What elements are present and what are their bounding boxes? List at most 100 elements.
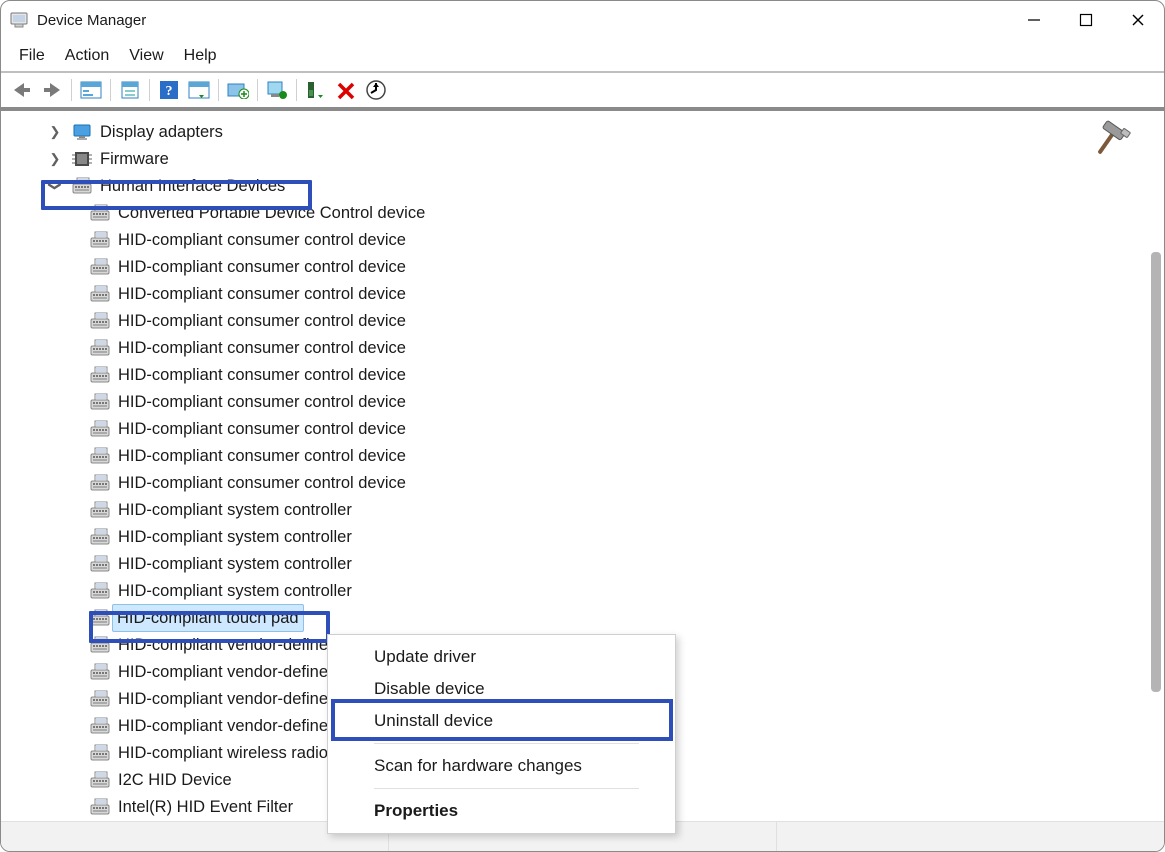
device-item[interactable]: HID-compliant system controller <box>10 496 1163 523</box>
context-menu: Update driver Disable device Uninstall d… <box>327 634 676 834</box>
app-icon <box>9 10 29 30</box>
device-label: Converted Portable Device Control device <box>116 200 427 226</box>
device-item[interactable]: HID-compliant consumer control device <box>10 253 1163 280</box>
hid-icon <box>90 690 110 708</box>
ctx-properties[interactable]: Properties <box>330 795 673 827</box>
vertical-scrollbar[interactable] <box>1147 112 1161 820</box>
device-item[interactable]: HID-compliant system controller <box>10 523 1163 550</box>
svg-text:?: ? <box>166 84 173 99</box>
category-display-adapters[interactable]: ❯ Display adapters <box>10 118 1163 145</box>
help-button[interactable]: ? <box>156 77 182 103</box>
ctx-scan-hardware[interactable]: Scan for hardware changes <box>330 750 673 782</box>
hid-icon <box>90 258 110 276</box>
device-label: HID-compliant system controller <box>116 551 354 577</box>
category-label: Firmware <box>98 146 171 172</box>
device-label: HID-compliant consumer control device <box>116 335 408 361</box>
hid-icon <box>90 285 110 303</box>
back-button[interactable] <box>9 77 35 103</box>
device-label: HID-compliant consumer control device <box>116 470 408 496</box>
device-label: HID-compliant touch pad <box>112 604 304 632</box>
update-driver-button[interactable] <box>225 77 251 103</box>
device-item[interactable]: HID-compliant consumer control device <box>10 307 1163 334</box>
enable-device-button[interactable] <box>264 77 290 103</box>
device-item[interactable]: HID-compliant system controller <box>10 550 1163 577</box>
hid-icon <box>90 339 110 357</box>
hid-icon <box>90 231 110 249</box>
hid-icon <box>90 501 110 519</box>
menu-bar: File Action View Help <box>1 39 1164 71</box>
device-label: HID-compliant consumer control device <box>116 308 408 334</box>
device-label: HID-compliant consumer control device <box>116 362 408 388</box>
chevron-down-icon[interactable]: ❯ <box>48 179 62 193</box>
hid-icon <box>90 528 110 546</box>
minimize-button[interactable] <box>1008 1 1060 39</box>
ctx-uninstall-device[interactable]: Uninstall device <box>330 705 673 737</box>
hid-icon <box>90 393 110 411</box>
device-manager-window: Device Manager File Action View Help <box>0 0 1165 852</box>
device-item[interactable]: HID-compliant consumer control device <box>10 388 1163 415</box>
disable-device-button[interactable] <box>333 77 359 103</box>
device-item[interactable]: HID-compliant consumer control device <box>10 442 1163 469</box>
device-item[interactable]: HID-compliant consumer control device <box>10 469 1163 496</box>
hid-icon <box>90 474 110 492</box>
close-button[interactable] <box>1112 1 1164 39</box>
device-item[interactable]: Converted Portable Device Control device <box>10 199 1163 226</box>
device-item[interactable]: HID-compliant touch pad <box>10 604 1163 631</box>
device-label: HID-compliant consumer control device <box>116 443 408 469</box>
ctx-update-driver[interactable]: Update driver <box>330 641 673 673</box>
scan-hardware-button[interactable] <box>363 77 389 103</box>
device-label: Intel(R) HID Event Filter <box>116 794 295 820</box>
menu-file[interactable]: File <box>9 43 55 69</box>
menu-action[interactable]: Action <box>55 43 119 69</box>
hammer-icon <box>1083 118 1131 166</box>
hid-icon <box>90 744 110 762</box>
device-item[interactable]: HID-compliant consumer control device <box>10 334 1163 361</box>
display-adapter-icon <box>72 123 92 141</box>
menu-view[interactable]: View <box>119 43 173 69</box>
device-item[interactable]: HID-compliant consumer control device <box>10 226 1163 253</box>
category-label: Display adapters <box>98 119 225 145</box>
hid-icon <box>90 204 110 222</box>
device-item[interactable]: HID-compliant consumer control device <box>10 361 1163 388</box>
hid-icon <box>90 609 110 627</box>
device-label: HID-compliant system controller <box>116 524 354 550</box>
device-item[interactable]: HID-compliant system controller <box>10 577 1163 604</box>
scan-button[interactable] <box>186 77 212 103</box>
device-label: HID-compliant consumer control device <box>116 389 408 415</box>
hid-icon <box>90 312 110 330</box>
firmware-icon <box>72 150 92 168</box>
device-item[interactable]: HID-compliant consumer control device <box>10 280 1163 307</box>
device-label: HID-compliant consumer control device <box>116 227 408 253</box>
device-label: HID-compliant system controller <box>116 497 354 523</box>
hid-icon <box>90 582 110 600</box>
hid-icon <box>90 771 110 789</box>
chevron-right-icon[interactable]: ❯ <box>48 125 62 139</box>
device-label: HID-compliant consumer control device <box>116 281 408 307</box>
hid-icon <box>90 663 110 681</box>
hid-icon <box>90 717 110 735</box>
forward-button[interactable] <box>39 77 65 103</box>
category-label: Human Interface Devices <box>98 173 287 199</box>
menu-help[interactable]: Help <box>174 43 227 69</box>
properties-button[interactable] <box>117 77 143 103</box>
ctx-disable-device[interactable]: Disable device <box>330 673 673 705</box>
device-label: HID-compliant system controller <box>116 578 354 604</box>
hid-icon <box>90 447 110 465</box>
toolbar: ? <box>1 73 1164 107</box>
chevron-right-icon[interactable]: ❯ <box>48 152 62 166</box>
device-item[interactable]: HID-compliant consumer control device <box>10 415 1163 442</box>
hid-icon <box>90 555 110 573</box>
category-firmware[interactable]: ❯ Firmware <box>10 145 1163 172</box>
show-hide-console-tree-button[interactable] <box>78 77 104 103</box>
hid-icon <box>72 177 92 195</box>
scrollbar-thumb[interactable] <box>1151 252 1161 692</box>
uninstall-device-button[interactable] <box>303 77 329 103</box>
hid-icon <box>90 798 110 816</box>
category-hid[interactable]: ❯ Human Interface Devices <box>10 172 1163 199</box>
device-label: HID-compliant consumer control device <box>116 254 408 280</box>
hid-icon <box>90 636 110 654</box>
hid-icon <box>90 366 110 384</box>
device-label: I2C HID Device <box>116 767 234 793</box>
maximize-button[interactable] <box>1060 1 1112 39</box>
hid-icon <box>90 420 110 438</box>
